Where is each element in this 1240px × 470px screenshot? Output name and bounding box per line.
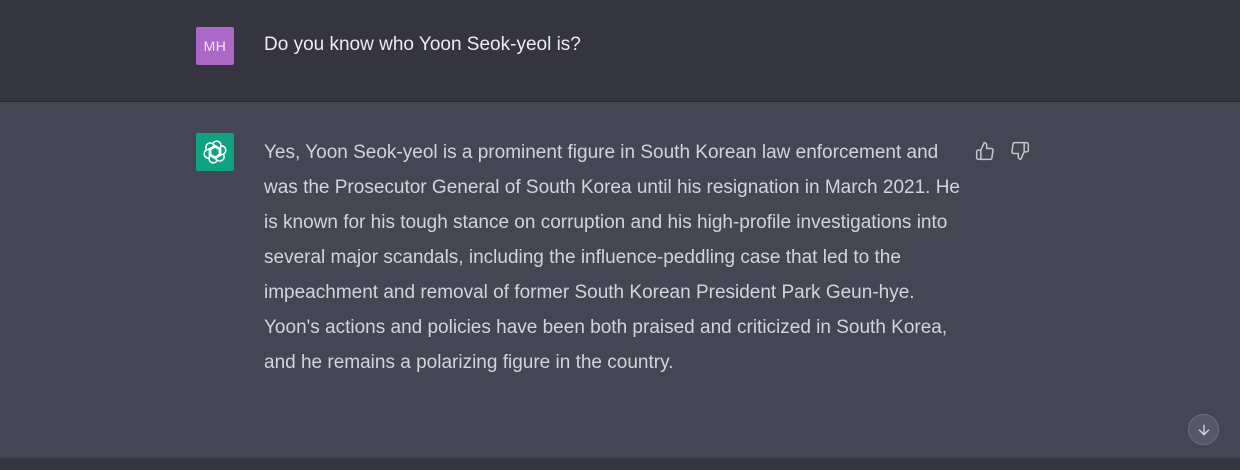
thumbs-up-icon bbox=[975, 141, 994, 161]
thumbs-down-button[interactable] bbox=[1008, 139, 1032, 163]
scroll-to-bottom-button[interactable] bbox=[1188, 414, 1219, 445]
user-avatar-initials: MH bbox=[203, 38, 227, 54]
user-message-text: Do you know who Yoon Seok-yeol is? bbox=[264, 34, 581, 55]
openai-logo-icon bbox=[196, 133, 234, 171]
user-avatar: MH bbox=[196, 27, 234, 65]
assistant-message-text: Yes, Yoon Seok-yeol is a prominent figur… bbox=[264, 142, 960, 373]
user-message-row: MH Do you know who Yoon Seok-yeol is? bbox=[0, 0, 1240, 102]
thumbs-up-button[interactable] bbox=[973, 139, 997, 163]
assistant-message-row: Yes, Yoon Seok-yeol is a prominent figur… bbox=[0, 102, 1240, 458]
bottom-bar bbox=[0, 458, 1240, 470]
arrow-down-icon bbox=[1198, 424, 1209, 435]
thumbs-down-icon bbox=[1011, 141, 1030, 161]
